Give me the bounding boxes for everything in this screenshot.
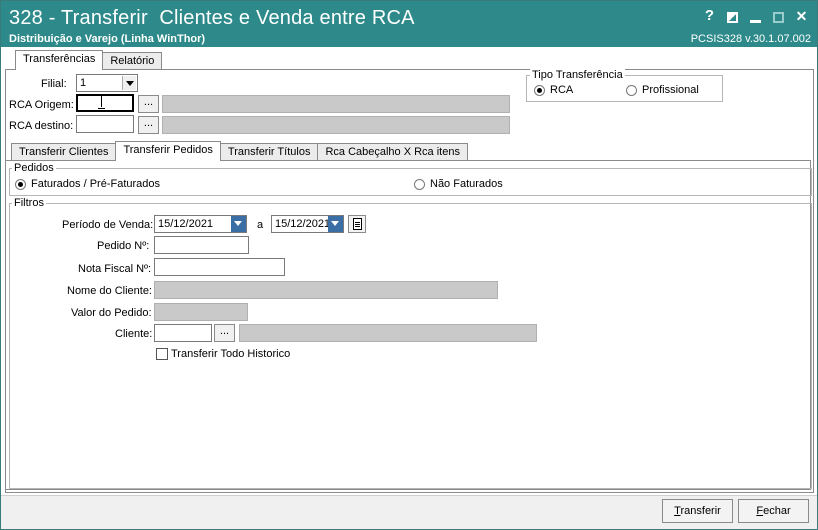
rca-origem-search-button[interactable]: ... <box>138 95 159 113</box>
calendar-icon[interactable] <box>348 215 366 233</box>
nota-fiscal-input[interactable] <box>154 258 285 276</box>
rca-destino-name-field <box>162 116 510 134</box>
radio-rca-indicator <box>534 84 545 96</box>
window-title: 328 - Transferir Clientes e Venda entre … <box>9 7 415 29</box>
rca-origem-input[interactable] <box>76 94 134 112</box>
window-controls: ? ✕ <box>698 6 813 26</box>
radio-profissional-indicator <box>626 84 637 96</box>
date-separator: a <box>257 219 264 231</box>
transferir-button[interactable]: Transferir <box>662 499 733 523</box>
tipo-transferencia-title: Tipo Transferência <box>530 69 625 81</box>
date-from-picker[interactable]: 15/12/2021 <box>154 215 247 233</box>
top-tabs: Transferências Relatório <box>15 50 163 70</box>
minimize-icon[interactable] <box>744 6 767 26</box>
text-cursor-icon <box>98 94 105 109</box>
pedidos-title: Pedidos <box>12 162 56 174</box>
transferir-historico-label: Transferir Todo Historico <box>171 348 291 360</box>
valor-pedido-input <box>154 303 248 321</box>
help-button[interactable]: ? <box>698 6 721 26</box>
maximize-icon[interactable] <box>767 6 790 26</box>
periodo-venda-label: Período de Venda: <box>62 219 154 231</box>
checkbox-box <box>156 348 168 360</box>
window-subtitle: Distribuição e Varejo (Linha WinThor) <box>9 33 206 45</box>
date-from-value: 15/12/2021 <box>158 218 214 230</box>
cliente-name-field <box>239 324 537 342</box>
filial-select[interactable]: 1 <box>76 74 138 92</box>
radio-profissional[interactable]: Profissional <box>626 84 699 96</box>
radio-faturados-label: Faturados / Pré-Faturados <box>31 178 161 190</box>
cliente-input[interactable] <box>154 324 212 342</box>
close-icon[interactable]: ✕ <box>790 6 813 26</box>
date-to-picker[interactable]: 15/12/2021 <box>271 215 344 233</box>
valor-pedido-label: Valor do Pedido: <box>71 307 152 319</box>
rca-destino-search-button[interactable]: ... <box>138 116 159 134</box>
date-to-value: 15/12/2021 <box>275 218 331 230</box>
version-label: PCSIS328 v.30.1.07.002 <box>690 33 811 45</box>
cliente-search-button[interactable]: ... <box>214 324 235 342</box>
tab-transferir-titulos[interactable]: Transferir Títulos <box>219 143 319 161</box>
radio-nao-faturados[interactable]: Não Faturados <box>414 178 503 190</box>
radio-faturados-indicator <box>15 178 26 190</box>
tab-transferir-pedidos[interactable]: Transferir Pedidos <box>115 141 221 161</box>
chevron-down-icon[interactable] <box>231 216 246 232</box>
filial-value: 1 <box>80 77 87 89</box>
rca-destino-input[interactable] <box>76 115 134 133</box>
radio-profissional-label: Profissional <box>642 84 699 96</box>
fechar-button[interactable]: Fechar <box>738 499 809 523</box>
chevron-down-icon[interactable] <box>122 76 136 90</box>
main-window: 328 - Transferir Clientes e Venda entre … <box>0 0 818 530</box>
filial-label: Filial: <box>41 78 67 90</box>
pedido-label: Pedido Nº: <box>97 240 150 252</box>
inner-tabs: Transferir Clientes Transferir Pedidos T… <box>11 141 468 161</box>
rca-origem-label: RCA Origem: <box>9 99 74 111</box>
title-bar[interactable]: 328 - Transferir Clientes e Venda entre … <box>1 1 817 47</box>
filtros-title: Filtros <box>12 197 46 209</box>
pedido-input[interactable] <box>154 236 249 254</box>
radio-rca[interactable]: RCA <box>534 84 573 96</box>
restore-icon[interactable] <box>721 6 744 26</box>
nome-cliente-label: Nome do Cliente: <box>67 285 152 297</box>
radio-rca-label: RCA <box>550 84 574 96</box>
nome-cliente-input <box>154 281 498 299</box>
transferir-historico-checkbox[interactable]: Transferir Todo Historico <box>156 348 290 360</box>
cliente-label: Cliente: <box>115 328 153 340</box>
radio-nao-faturados-label: Não Faturados <box>430 178 503 190</box>
radio-nao-faturados-indicator <box>414 178 425 190</box>
rca-destino-label: RCA destino: <box>9 120 74 132</box>
tab-relatorio[interactable]: Relatório <box>102 52 163 70</box>
tab-transferencias[interactable]: Transferências <box>15 50 104 70</box>
chevron-down-icon[interactable] <box>328 216 343 232</box>
radio-faturados[interactable]: Faturados / Pré-Faturados <box>15 178 160 190</box>
tab-rca-cabecalho-itens[interactable]: Rca Cabeçalho X Rca itens <box>317 143 468 161</box>
rca-origem-name-field <box>162 95 510 113</box>
tab-transferir-clientes[interactable]: Transferir Clientes <box>11 143 117 161</box>
nota-fiscal-label: Nota Fiscal Nº: <box>78 263 152 275</box>
